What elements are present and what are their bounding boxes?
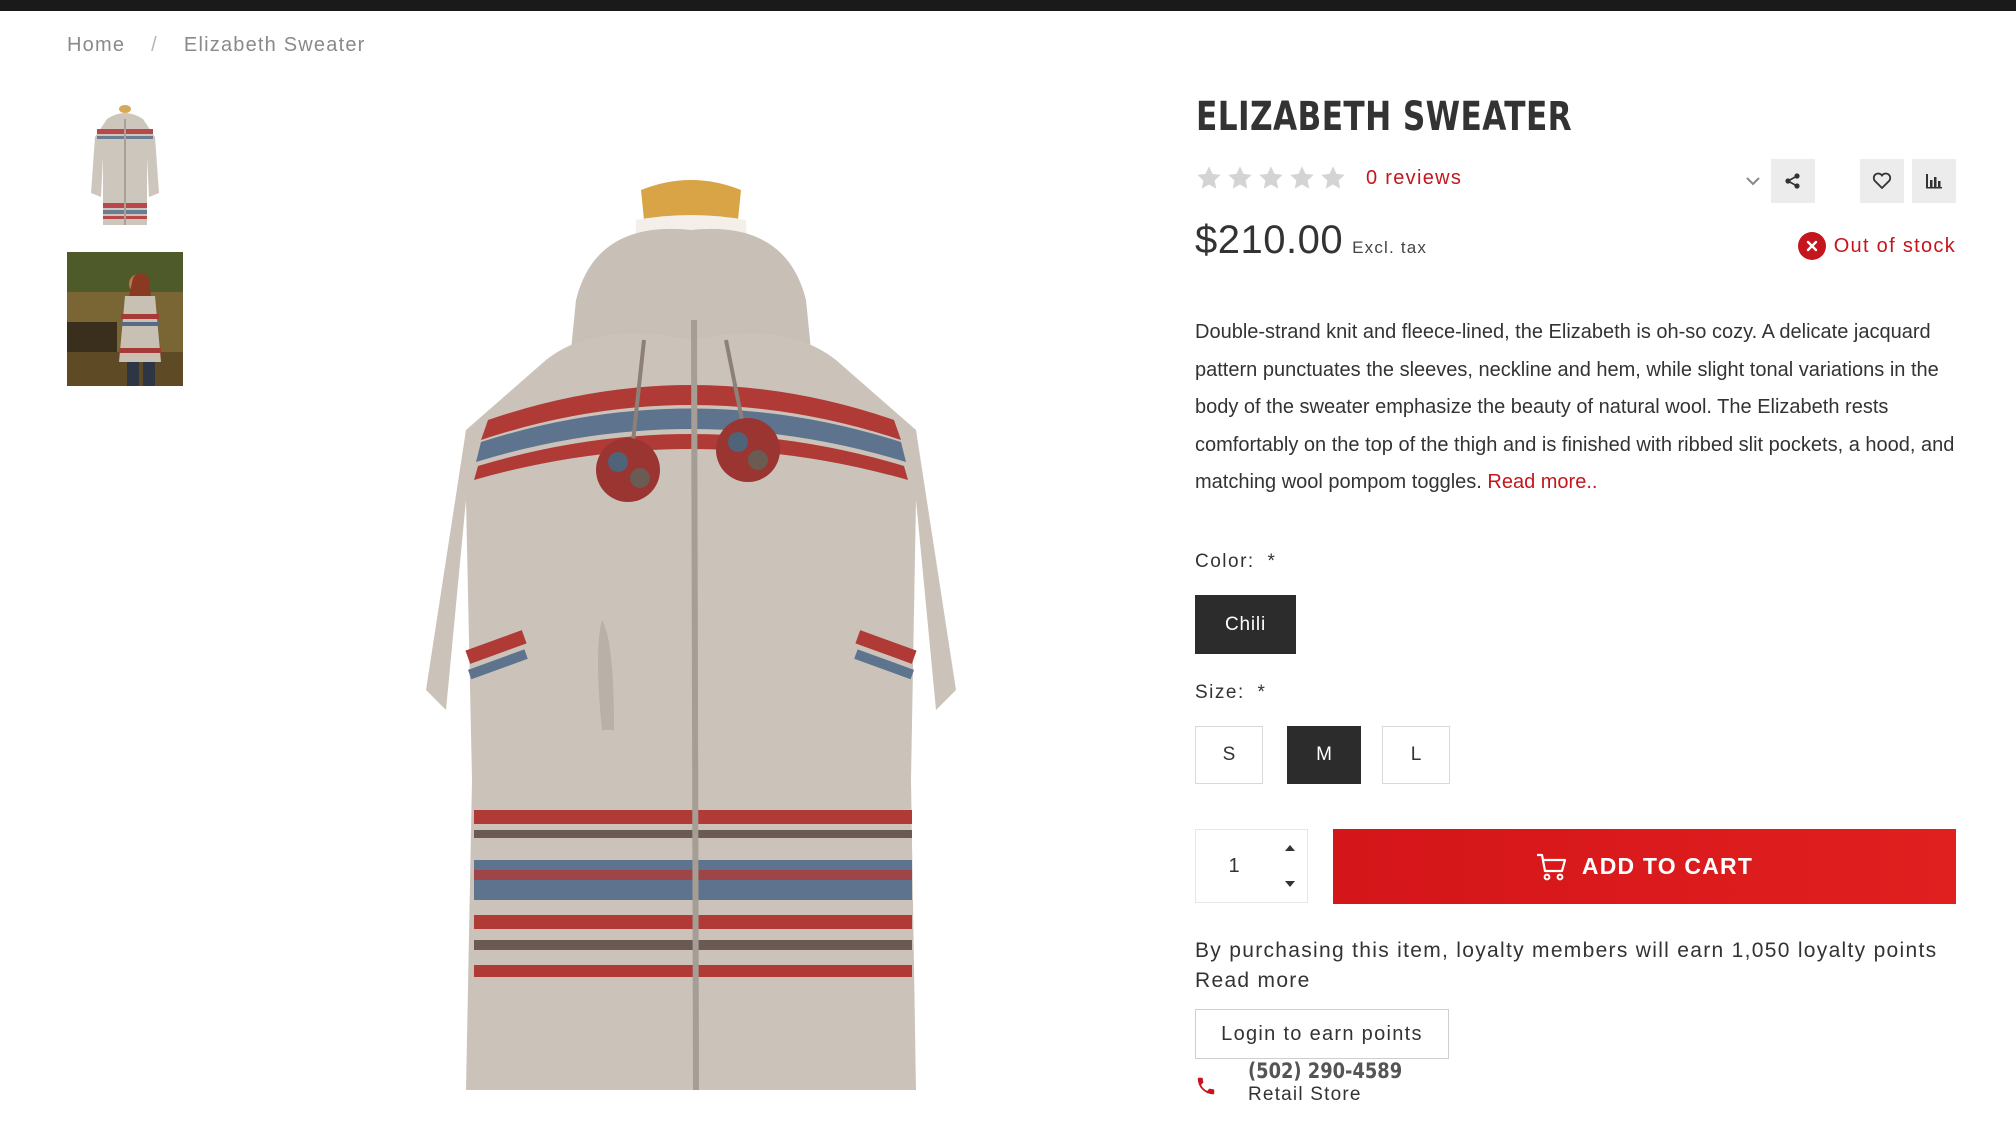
tax-note: Excl. tax	[1352, 238, 1428, 257]
product-main-image	[426, 180, 956, 1091]
star-icon	[1228, 166, 1252, 189]
price-row: $210.00 Excl. tax	[1195, 218, 1427, 263]
phone-number[interactable]: (502) 290-4589	[1248, 1059, 1402, 1083]
color-label-text: Color:	[1195, 551, 1255, 572]
size-label-text: Size:	[1195, 682, 1245, 703]
cart-icon	[1536, 853, 1566, 880]
product-price: $210.00	[1195, 218, 1344, 262]
reviews-link[interactable]: 0 reviews	[1366, 167, 1462, 190]
loyalty-info: By purchasing this item, loyalty members…	[1195, 936, 1995, 996]
product-rating: 0 reviews	[1195, 164, 1462, 192]
quantity-decrease-button[interactable]	[1272, 866, 1308, 902]
required-mark: *	[1267, 551, 1277, 572]
size-option-l[interactable]: L	[1382, 726, 1450, 784]
caret-up-icon	[1285, 845, 1295, 851]
quantity-increase-button[interactable]	[1272, 830, 1308, 866]
caret-down-icon	[1285, 881, 1295, 887]
compare-button[interactable]	[1912, 159, 1956, 203]
product-description: Double-strand knit and fleece-lined, the…	[1195, 314, 1975, 502]
share-icon	[1785, 173, 1800, 189]
read-more-link[interactable]: Read more..	[1487, 471, 1597, 493]
heart-icon	[1872, 172, 1892, 190]
thumbnail-2[interactable]	[67, 252, 183, 386]
color-label: Color: *	[1195, 551, 1276, 573]
product-title: ELIZABETH SWEATER	[1196, 94, 1573, 140]
star-icon	[1197, 166, 1221, 189]
description-text: Double-strand knit and fleece-lined, the…	[1195, 321, 1955, 493]
star-icon	[1259, 166, 1283, 189]
breadcrumb: Home / Elizabeth Sweater	[67, 34, 366, 57]
quantity-input[interactable]: 1	[1196, 830, 1272, 902]
loyalty-text: By purchasing this item, loyalty members…	[1195, 939, 1938, 962]
thumbnail-lifestyle-image	[67, 252, 183, 386]
top-bar	[0, 0, 2016, 11]
breadcrumb-current: Elizabeth Sweater	[183, 34, 366, 56]
size-label: Size: *	[1195, 682, 1266, 704]
close-circle-icon	[1797, 232, 1826, 260]
wishlist-button[interactable]	[1860, 159, 1904, 203]
thumbnail-sweater-image	[67, 97, 183, 231]
size-option-s[interactable]: S	[1195, 726, 1263, 784]
login-to-earn-points-button[interactable]: Login to earn points	[1195, 1009, 1449, 1059]
quantity-stepper: 1	[1195, 829, 1308, 903]
breadcrumb-home-link[interactable]: Home	[67, 34, 125, 57]
add-to-cart-label: ADD TO CART	[1581, 853, 1754, 879]
star-icon	[1321, 166, 1345, 189]
size-option-m[interactable]: M	[1287, 726, 1361, 784]
phone-icon	[1197, 1077, 1215, 1095]
thumbnail-1[interactable]	[67, 97, 183, 231]
stock-status: Out of stock	[1797, 232, 1956, 260]
star-icon	[1290, 166, 1314, 189]
required-mark: *	[1257, 682, 1267, 703]
retail-store-label: Retail Store	[1248, 1084, 1362, 1105]
share-button[interactable]	[1771, 159, 1815, 203]
add-to-cart-button[interactable]: ADD TO CART	[1333, 829, 1956, 904]
stock-status-label: Out of stock	[1833, 234, 1956, 257]
breadcrumb-separator: /	[151, 34, 158, 56]
color-option-chili[interactable]: Chili	[1195, 595, 1296, 654]
loyalty-read-more-link[interactable]: Read more	[1195, 966, 1995, 996]
chevron-down-icon[interactable]	[1744, 172, 1762, 190]
bar-chart-icon	[1926, 174, 1942, 189]
